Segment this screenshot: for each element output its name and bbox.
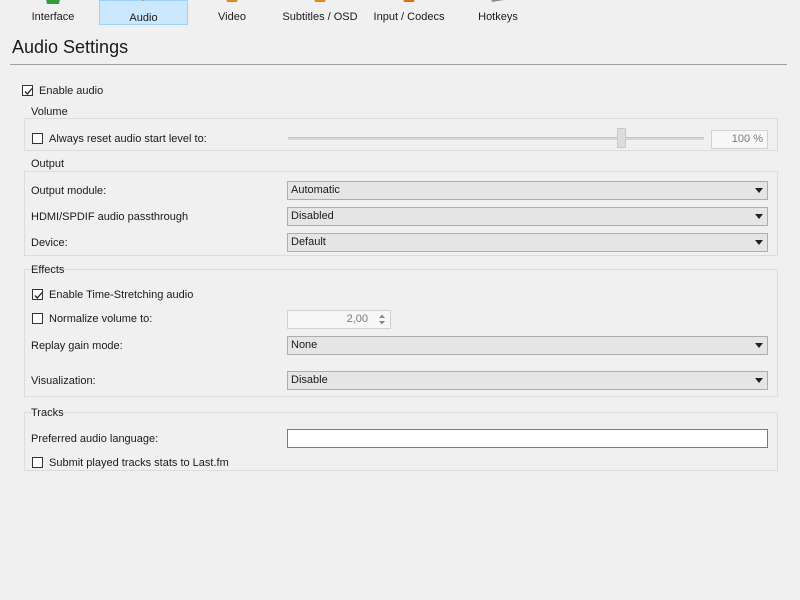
enable-audio-label: Enable audio (39, 85, 104, 97)
tab-audio-label: Audio (129, 12, 158, 24)
effects-group-title: Effects (31, 264, 65, 276)
tab-hotkeys[interactable]: Hotkeys (458, 0, 538, 25)
tab-hotkeys-label: Hotkeys (478, 11, 518, 23)
timestretch-checkbox[interactable] (32, 289, 43, 300)
subtitles-icon (314, 0, 326, 2)
passthrough-select[interactable]: Disabled (287, 207, 768, 226)
chevron-down-icon (755, 240, 763, 245)
device-value: Default (291, 236, 326, 248)
passthrough-value: Disabled (291, 210, 334, 222)
input-codecs-icon (403, 0, 415, 2)
reset-level-label: Always reset audio start level to: (49, 133, 207, 145)
visualization-label: Visualization: (31, 375, 96, 387)
preferred-language-label: Preferred audio language: (31, 433, 159, 445)
tab-interface[interactable]: Interface (14, 0, 92, 25)
tracks-group-title: Tracks (31, 407, 64, 419)
lastfm-checkbox[interactable] (32, 457, 43, 468)
chevron-down-icon (755, 343, 763, 348)
volume-group-title: Volume (31, 106, 68, 118)
tab-video[interactable]: Video (194, 0, 270, 25)
volume-level-field[interactable]: 100 % (711, 130, 768, 149)
normalize-checkbox[interactable] (32, 313, 43, 324)
category-toolbar: Interface Audio Video Subtitles / OSD In… (0, 0, 800, 26)
tab-input-codecs-label: Input / Codecs (373, 11, 445, 23)
replay-gain-select[interactable]: None (287, 336, 768, 355)
device-label: Device: (31, 237, 68, 249)
visualization-select[interactable]: Disable (287, 371, 768, 390)
tab-interface-label: Interface (31, 11, 75, 23)
title-divider (10, 64, 787, 65)
volume-level-value: 100 % (731, 133, 763, 145)
tab-subtitles-osd[interactable]: Subtitles / OSD (276, 0, 364, 25)
lastfm-label: Submit played tracks stats to Last.fm (49, 457, 229, 469)
audio-icon (141, 0, 145, 1)
tab-subtitles-osd-label: Subtitles / OSD (282, 11, 358, 23)
interface-icon (46, 0, 60, 4)
preferred-language-input[interactable] (287, 429, 768, 448)
normalize-value: 2,00 (346, 313, 368, 325)
timestretch-label: Enable Time-Stretching audio (49, 289, 194, 301)
tab-input-codecs[interactable]: Input / Codecs (366, 0, 452, 25)
visualization-value: Disable (291, 374, 328, 386)
replay-gain-label: Replay gain mode: (31, 340, 123, 352)
chevron-down-icon (755, 188, 763, 193)
spin-arrows-icon[interactable] (375, 312, 389, 327)
output-group-title: Output (31, 158, 65, 170)
replay-gain-value: None (291, 339, 318, 351)
device-select[interactable]: Default (287, 233, 768, 252)
tab-audio[interactable]: Audio (99, 0, 188, 25)
chevron-down-icon (755, 214, 763, 219)
page-title: Audio Settings (12, 37, 129, 57)
checkmark-icon (24, 88, 33, 95)
output-module-value: Automatic (291, 184, 340, 196)
output-module-select[interactable]: Automatic (287, 181, 768, 200)
normalize-spinbox[interactable]: 2,00 (287, 310, 391, 329)
volume-slider-thumb[interactable] (617, 128, 626, 148)
chevron-down-icon (755, 378, 763, 383)
tab-video-label: Video (218, 11, 246, 23)
normalize-label: Normalize volume to: (49, 313, 153, 325)
video-icon (226, 0, 238, 2)
passthrough-label: HDMI/SPDIF audio passthrough (31, 211, 189, 223)
volume-slider-track[interactable] (288, 137, 704, 140)
output-module-label: Output module: (31, 185, 107, 197)
checkmark-icon (34, 292, 43, 299)
hotkeys-icon (491, 0, 504, 2)
enable-audio-checkbox[interactable] (22, 85, 33, 96)
reset-level-checkbox[interactable] (32, 133, 43, 144)
